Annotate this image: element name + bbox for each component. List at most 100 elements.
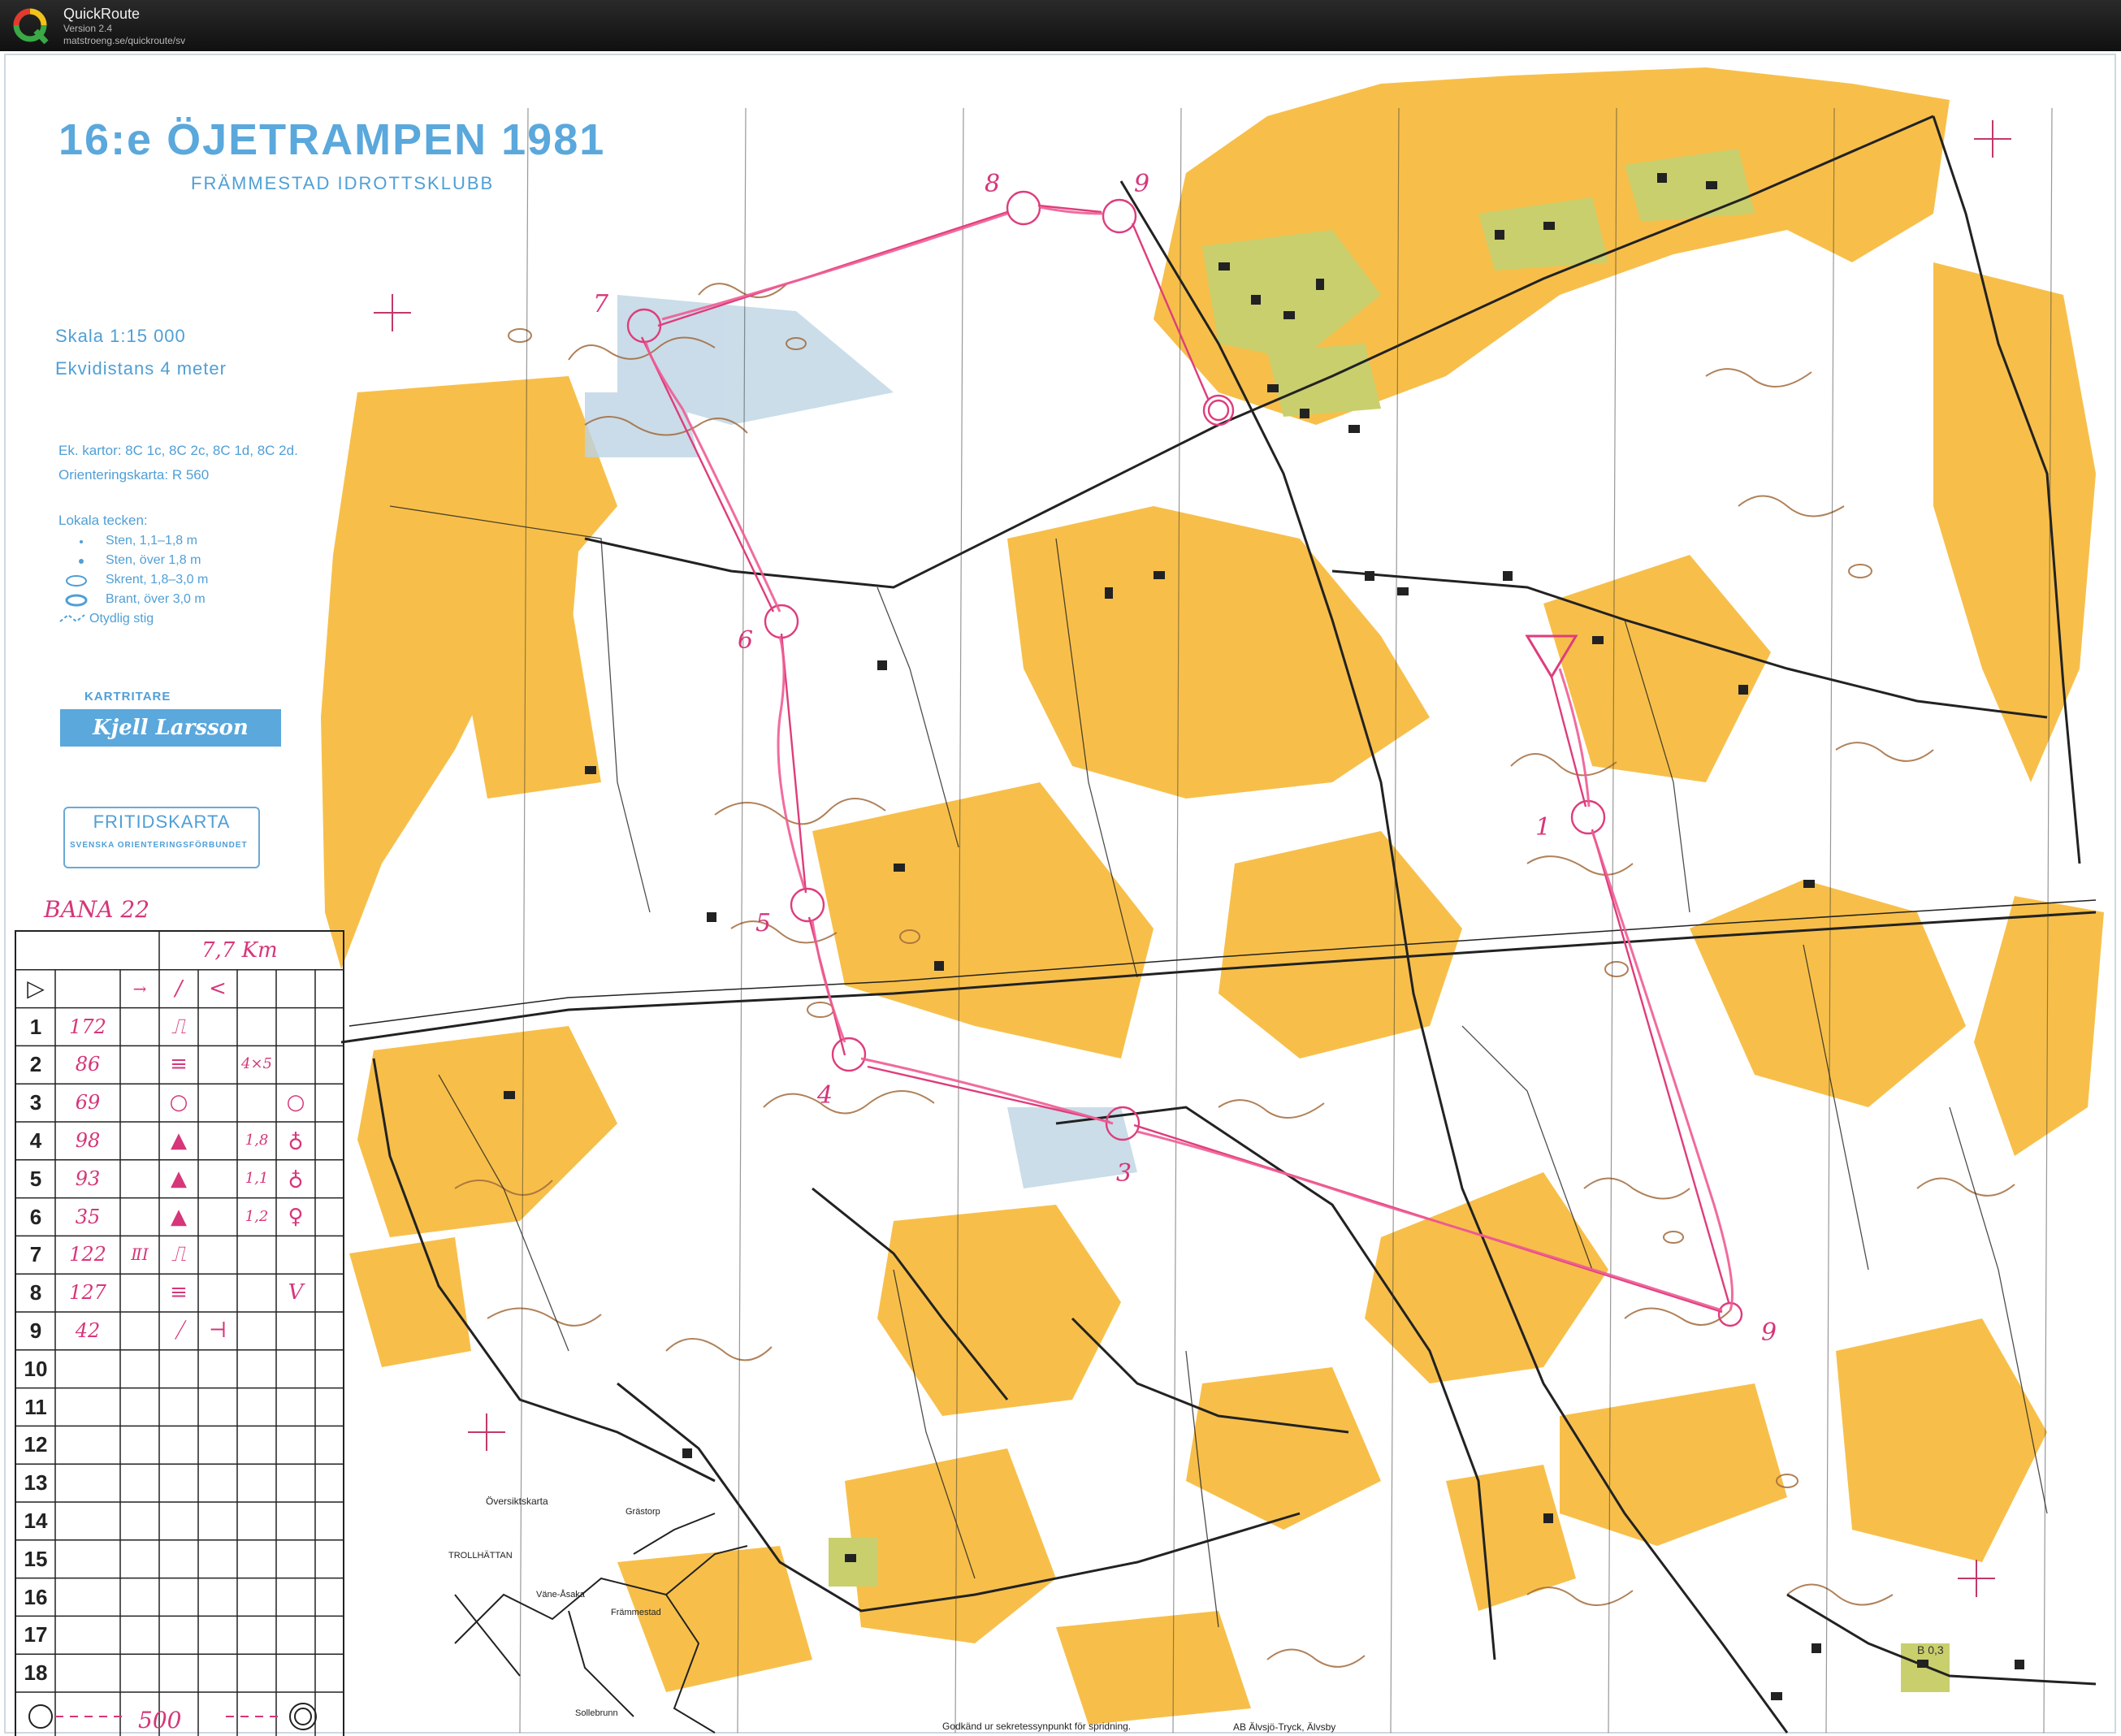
description-symbol [120,1045,159,1083]
control-number: 4 [817,1081,833,1110]
description-dimension: 4×5 [241,1055,272,1073]
cartographer-label: KARTRITARE [84,690,171,703]
description-symbol: ▲ [171,1128,187,1153]
control-sequence-number: 7 [29,1242,42,1267]
control-code: 35 [75,1205,101,1228]
description-symbol: V [288,1280,304,1305]
app-version: Version 2.4 [63,23,113,34]
control-sequence-number: 18 [24,1660,48,1686]
approval-note: Godkänd ur sekretessynpunkt för spridnin… [942,1721,1132,1732]
control-code [55,1502,120,1539]
description-dimension [237,1236,276,1273]
description-dimension [237,1312,276,1349]
description-symbol [159,1350,198,1388]
description-row: 16 [16,1578,343,1616]
orienteering-map[interactable]: 16:e ÖJETRAMPEN 1981 FRÄMMESTAD IDROTTSK… [0,51,2121,1736]
overview-map-label: Översiktskarta [486,1496,548,1507]
description-symbol [198,1654,237,1691]
control-code [55,1350,120,1388]
description-symbol [120,1426,159,1463]
description-dimension [237,1502,276,1539]
description-row: 1 172 ⎍ [16,1008,343,1045]
description-symbol [198,1464,237,1501]
description-row: 5 93 ▲ 1,1 ♁ [16,1160,343,1197]
control-number: 6 [738,626,754,655]
control-sequence-number: 11 [24,1394,47,1419]
control-number: 8 [985,170,1001,198]
control-code: 127 [69,1281,106,1305]
description-symbol: ⅡⅠ [131,1245,149,1265]
description-symbol: ⊣ [208,1318,227,1343]
description-symbol [198,1122,237,1159]
control-number: 1 [1535,813,1552,842]
description-symbol [276,1426,315,1463]
description-dimension: 1,2 [245,1207,269,1225]
control-sequence-number: 17 [24,1622,48,1647]
finish-line-symbols [28,1703,317,1730]
start-row: ▷ → / < [16,970,343,1007]
contour-interval: Ekvidistans 4 meter [55,358,227,379]
description-symbol [276,1502,315,1539]
control-sequence-number: 12 [24,1432,48,1457]
description-symbol [159,1426,198,1463]
description-dimension: 1,1 [245,1169,269,1187]
cartographer-name: Kjell Larsson [93,716,249,740]
control-code: 86 [75,1053,101,1076]
description-row: 2 86 ≡ 4×5 [16,1045,343,1083]
town-label: Grästorp [625,1507,660,1517]
start-direction-symbol: → [132,978,147,998]
control-code [55,1388,120,1426]
description-row: 14 [16,1502,343,1539]
description-row: 12 [16,1426,343,1463]
control-code [55,1654,120,1691]
start-direction-symbol: / [175,976,183,1001]
description-symbol [198,1198,237,1236]
description-symbol [120,1540,159,1578]
description-symbol: ⎍ [171,1014,187,1039]
description-dimension [237,1426,276,1463]
description-symbol: ♁ [288,1128,304,1153]
control-sequence-number: 8 [29,1280,42,1305]
description-symbol [120,1274,159,1311]
sheet-code: B 0,3 [1917,1643,1944,1656]
description-symbol [120,1502,159,1539]
description-symbol [198,1350,237,1388]
control-code [55,1540,120,1578]
orienteering-map-ref: Orienteringskarta: R 560 [58,467,210,483]
description-dimension [237,1008,276,1045]
description-dimension: 1,8 [245,1132,269,1149]
description-symbol [159,1540,198,1578]
legend-item: Sten, 1,1–1,8 m [106,534,197,548]
map-scale: Skala 1:15 000 [55,326,186,346]
ek-maps: Ek. kartor: 8C 1c, 8C 2c, 8C 1d, 8C 2d. [58,443,298,458]
app-url[interactable]: matstroeng.se/quickroute/sv [63,35,185,46]
fritidskarta-title: FRITIDSKARTA [93,812,231,832]
description-symbol [198,1540,237,1578]
control-sequence-number: 2 [29,1052,42,1077]
description-dimension [237,1616,276,1653]
description-symbol [276,1008,315,1045]
description-symbol [276,1616,315,1653]
app-title: QuickRoute [63,6,141,22]
description-symbol [120,1198,159,1236]
map-title: 16:e ÖJETRAMPEN 1981 [58,115,606,164]
control-number: 9 [1134,170,1150,198]
description-symbol [198,1084,237,1121]
course-distance: 7,7 Km [201,938,278,963]
description-symbol [198,1616,237,1653]
course-name: BANA 22 [44,896,150,923]
description-symbol [198,1578,237,1616]
description-symbol [159,1464,198,1501]
control-code: 122 [69,1243,106,1266]
description-dimension [237,1540,276,1578]
control-sequence-number: 3 [29,1090,42,1115]
description-symbol [198,1274,237,1311]
description-symbol [120,1312,159,1349]
club-name: FRÄMMESTAD IDROTTSKLUBB [191,173,495,193]
control-sequence-number: 16 [24,1584,48,1609]
control-sequence-number: 4 [29,1128,42,1153]
legend-item: Brant, över 3,0 m [106,592,206,606]
printer-credit: AB Älvsjö-Tryck, Älvsby [1233,1721,1336,1733]
description-symbol: ≡ [170,1052,188,1077]
description-symbol [120,1008,159,1045]
